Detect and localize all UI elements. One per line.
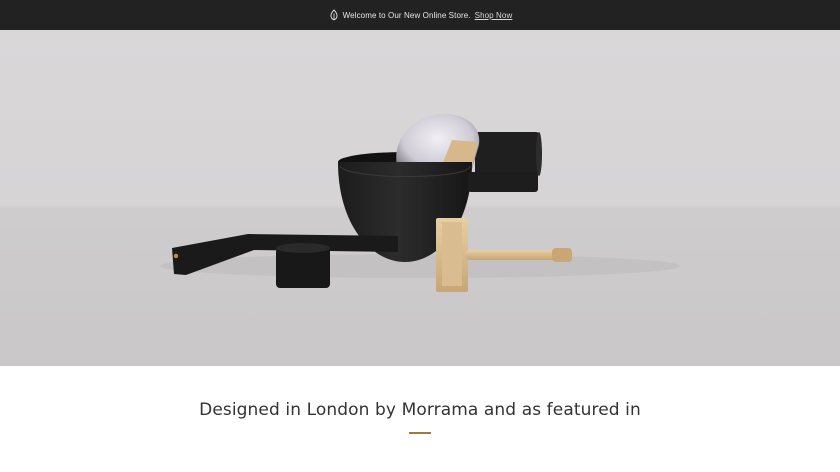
shop-now-link[interactable]: Shop Now: [475, 11, 513, 20]
hero-image: [0, 30, 840, 366]
featured-heading: Designed in London by Morrama and as fea…: [199, 400, 641, 420]
heading-underline: [409, 432, 431, 434]
announcement-bar: Welcome to Our New Online Store. Shop No…: [0, 0, 840, 30]
announcement-text: Welcome to Our New Online Store.: [342, 10, 471, 20]
leaf-icon: [328, 9, 340, 21]
